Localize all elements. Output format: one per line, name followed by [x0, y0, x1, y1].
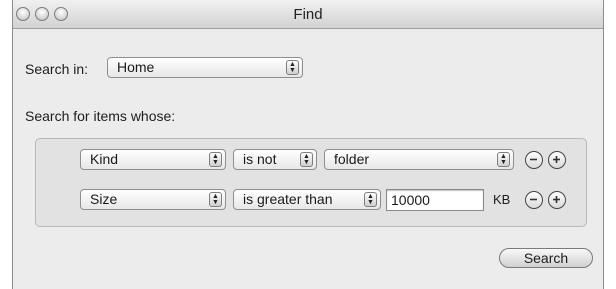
row2-attribute-value: Size — [90, 191, 118, 207]
row2-operator-value: is greater than — [243, 191, 333, 207]
row1-value-popup[interactable]: folder ▲ ▼ — [324, 149, 514, 170]
updown-arrows-icon: ▲ ▼ — [209, 152, 222, 167]
updown-arrows-icon: ▲ ▼ — [286, 60, 299, 75]
updown-arrows-icon: ▲ ▼ — [364, 192, 377, 207]
row1-attribute-value: Kind — [90, 151, 119, 167]
minus-circle-icon — [530, 198, 537, 201]
size-unit-label: KB — [493, 192, 511, 207]
row1-operator-value: is not — [243, 151, 277, 167]
search-in-label: Search in: — [25, 61, 89, 77]
plus-circle-icon — [553, 156, 560, 163]
updown-arrows-icon: ▲ ▼ — [209, 192, 222, 207]
window-title: Find — [293, 6, 323, 23]
search-in-popup[interactable]: Home ▲ ▼ — [107, 57, 303, 78]
minus-circle-icon — [530, 158, 537, 161]
add-row1-button[interactable] — [548, 151, 566, 169]
add-row2-button[interactable] — [548, 191, 566, 209]
row2-operator-popup[interactable]: is greater than ▲ ▼ — [233, 189, 381, 210]
criteria-box: Kind ▲ ▼ is not ▲ ▼ folder ▲ ▼ Size ▲ ▼ is g… — [35, 138, 587, 227]
row1-operator-popup[interactable]: is not ▲ ▼ — [233, 149, 317, 170]
row1-attribute-popup[interactable]: Kind ▲ ▼ — [80, 149, 226, 170]
criteria-heading: Search for items whose: — [25, 108, 176, 124]
updown-arrows-icon: ▲ ▼ — [497, 152, 510, 167]
remove-row2-button[interactable] — [525, 191, 543, 209]
size-value-field[interactable]: 10000 — [386, 189, 484, 211]
remove-row1-button[interactable] — [525, 151, 543, 169]
search-button[interactable]: Search — [499, 248, 593, 268]
plus-circle-icon — [553, 196, 560, 203]
updown-arrows-icon: ▲ ▼ — [300, 152, 313, 167]
search-in-value: Home — [117, 59, 155, 75]
row2-attribute-popup[interactable]: Size ▲ ▼ — [80, 189, 226, 210]
title-bar: Find — [13, 0, 603, 29]
find-window: Find Search in: Home ▲ ▼ Search for items… — [12, 0, 604, 289]
row1-value: folder — [334, 151, 370, 167]
